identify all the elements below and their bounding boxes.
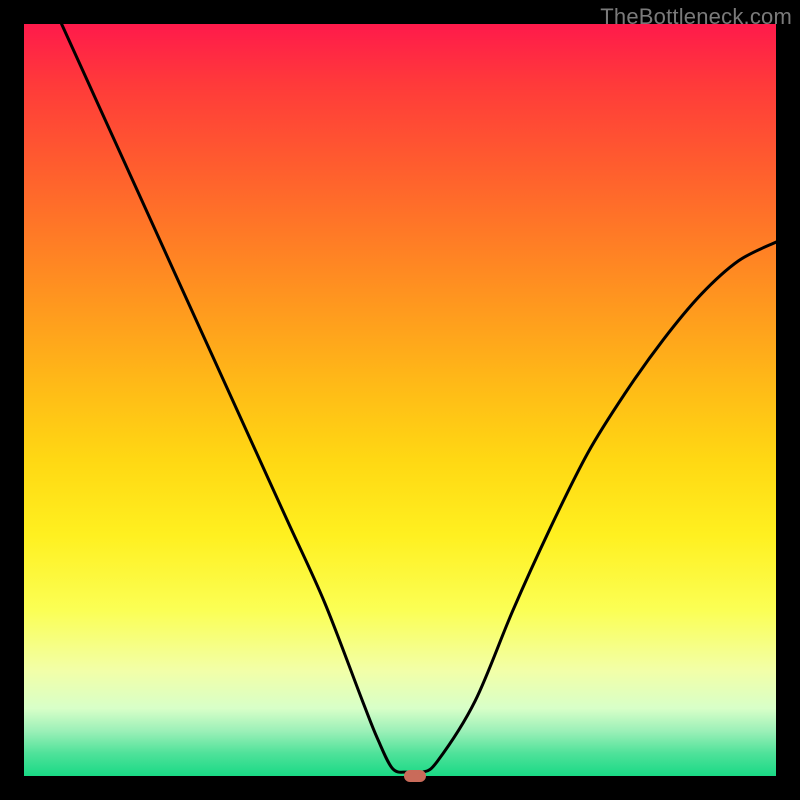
watermark-text: TheBottleneck.com <box>600 4 792 30</box>
plot-area <box>24 24 776 776</box>
minimum-marker <box>404 770 426 782</box>
bottleneck-curve <box>24 24 776 776</box>
chart-container: TheBottleneck.com <box>0 0 800 800</box>
